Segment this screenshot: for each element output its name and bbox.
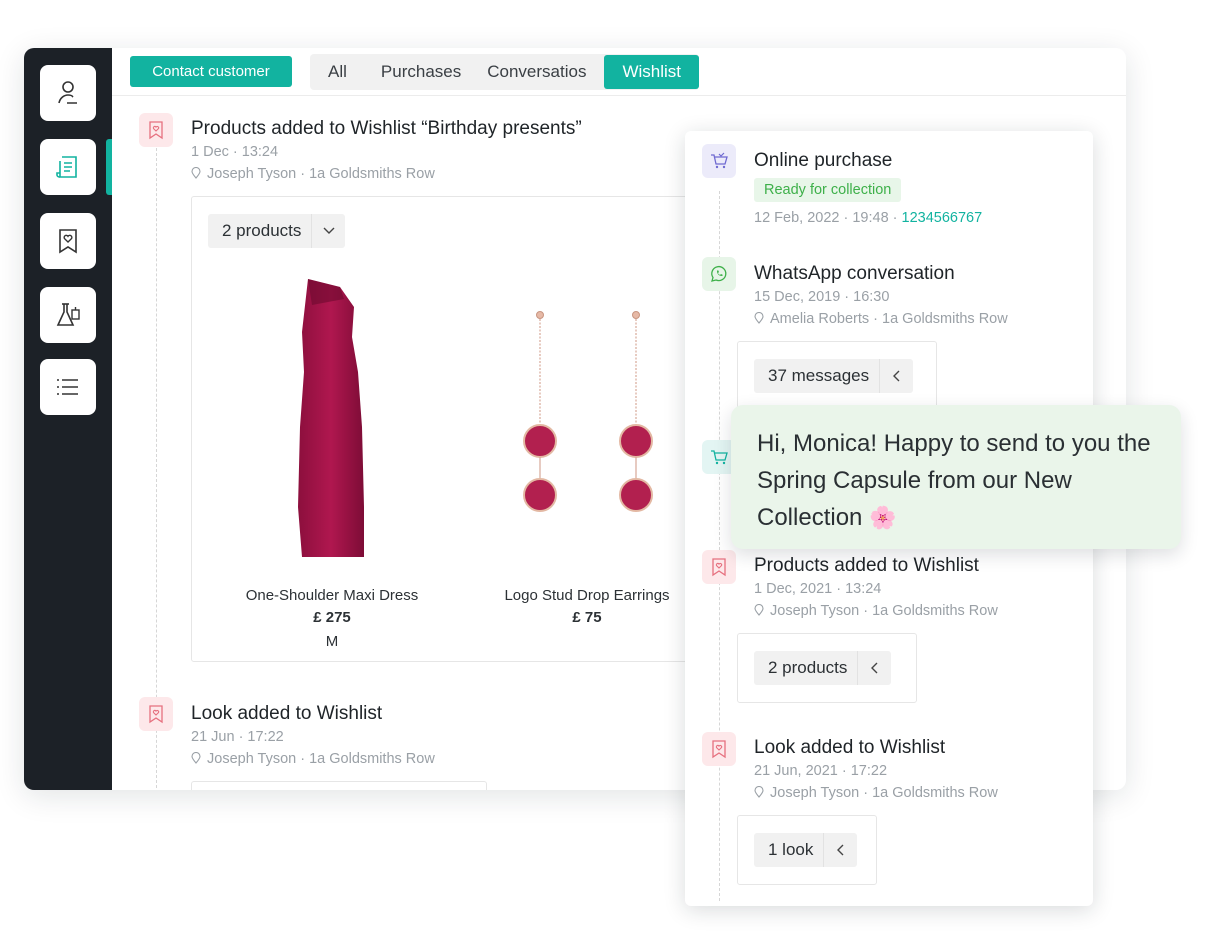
whatsapp-title: WhatsApp conversation xyxy=(754,263,955,284)
location-pin-icon xyxy=(754,312,764,324)
wishlist-title: Products added to Wishlist xyxy=(754,555,979,576)
wishlist-event-icon xyxy=(702,550,736,584)
look-title: Look added to Wishlist xyxy=(754,737,946,758)
beauty-lab-button[interactable] xyxy=(40,287,96,343)
beauty-lab-icon xyxy=(56,303,80,326)
location-text: Joseph Tyson · 1a Goldsmiths Row xyxy=(770,603,998,619)
chat-message-bubble: Hi, Monica! Happy to send to you the Spr… xyxy=(731,405,1181,549)
flower-emoji: 🌸 xyxy=(869,505,897,530)
whatsapp-location: Amelia Roberts · 1a Goldsmiths Row xyxy=(754,311,1008,327)
location-text: Joseph Tyson · 1a Goldsmiths Row xyxy=(207,166,435,182)
cart-event-icon xyxy=(702,144,736,178)
purchase-title: Online purchase xyxy=(754,150,893,171)
chevron-left-icon xyxy=(857,651,891,685)
look-date: 21 Jun, 2021 · 17:22 xyxy=(754,763,888,779)
event-location: Joseph Tyson · 1a Goldsmiths Row xyxy=(191,751,435,767)
event-title: Products added to Wishlist “Birthday pre… xyxy=(191,118,582,139)
wishlist-location: Joseph Tyson · 1a Goldsmiths Row xyxy=(754,603,998,619)
customer-profile-button[interactable] xyxy=(40,65,96,121)
tab-wishlist[interactable]: Wishlist xyxy=(604,55,700,89)
wishlist-icon xyxy=(59,229,77,254)
tab-purchases[interactable]: Purchases xyxy=(371,55,471,89)
products-card: 2 products xyxy=(737,633,917,703)
timeline-button[interactable] xyxy=(40,139,96,195)
chevron-left-icon xyxy=(823,833,857,867)
wishlist-event-icon xyxy=(139,697,173,731)
product-price: £ 75 xyxy=(572,609,602,626)
status-badge: Ready for collection xyxy=(754,178,902,202)
top-bar: Contact customer All Purchases Conversat… xyxy=(112,48,1126,96)
product-price: £ 275 xyxy=(313,609,351,626)
chevron-left-icon xyxy=(879,359,913,393)
side-rail xyxy=(24,48,112,790)
messages-toggle[interactable]: 37 messages xyxy=(754,359,914,393)
products-card: 2 products One-Shoulder Maxi Dress £ 275… xyxy=(191,196,721,662)
location-text: Joseph Tyson · 1a Goldsmiths Row xyxy=(770,785,998,801)
products-count: 2 products xyxy=(768,658,848,677)
list-button[interactable] xyxy=(40,359,96,415)
contact-customer-button[interactable]: Contact customer xyxy=(130,56,292,87)
order-number-link[interactable]: 1234566767 xyxy=(902,210,983,226)
location-pin-icon xyxy=(191,167,201,179)
event-date: 21 Jun · 17:22 xyxy=(191,729,284,745)
location-text: Amelia Roberts · 1a Goldsmiths Row xyxy=(770,311,1008,327)
products-toggle[interactable]: 2 products xyxy=(754,651,892,685)
products-dropdown[interactable]: 2 products xyxy=(208,214,346,248)
location-text: Joseph Tyson · 1a Goldsmiths Row xyxy=(207,751,435,767)
whatsapp-date: 15 Dec, 2019 · 16:30 xyxy=(754,289,890,305)
event-title: Look added to Wishlist xyxy=(191,703,383,724)
active-indicator xyxy=(106,139,112,195)
location-pin-icon xyxy=(754,604,764,616)
panel-timeline-connector xyxy=(719,191,720,901)
whatsapp-icon xyxy=(711,265,727,282)
tab-all[interactable]: All xyxy=(318,55,357,89)
purchase-meta: 12 Feb, 2022 · 19:48 · 1234566767 xyxy=(754,210,982,226)
look-location: Joseph Tyson · 1a Goldsmiths Row xyxy=(754,785,998,801)
customer-profile-icon xyxy=(58,81,77,104)
messages-count: 37 messages xyxy=(768,366,870,385)
look-toggle[interactable]: 1 look xyxy=(754,833,858,867)
purchase-date: 12 Feb, 2022 · 19:48 · xyxy=(754,210,902,226)
product-name: One-Shoulder Maxi Dress xyxy=(245,587,419,604)
look-count: 1 look xyxy=(768,840,814,859)
whatsapp-event-icon xyxy=(702,257,736,291)
product-size: M xyxy=(325,633,339,650)
look-card xyxy=(191,781,487,790)
location-pin-icon xyxy=(191,752,201,764)
wishlist-event-icon xyxy=(139,113,173,147)
wishlist-event-icon xyxy=(702,732,736,766)
chevron-down-icon xyxy=(311,214,345,248)
timeline-icon xyxy=(56,156,77,178)
tab-conversations[interactable]: Conversatios xyxy=(477,55,596,89)
tab-bar: All Purchases Conversatios Wishlist xyxy=(310,54,700,90)
dress-image[interactable] xyxy=(282,277,382,559)
look-card: 1 look xyxy=(737,815,877,885)
event-date: 1 Dec · 13:24 xyxy=(191,144,279,160)
earrings-image[interactable] xyxy=(508,309,668,519)
wishlist-date: 1 Dec, 2021 · 13:24 xyxy=(754,581,882,597)
event-location: Joseph Tyson · 1a Goldsmiths Row xyxy=(191,166,435,182)
list-icon xyxy=(57,379,78,395)
product-name: Logo Stud Drop Earrings xyxy=(504,587,670,604)
timeline-connector xyxy=(156,148,157,788)
location-pin-icon xyxy=(754,786,764,798)
messages-card: 37 messages xyxy=(737,341,937,411)
chat-message-text: Hi, Monica! Happy to send to you the Spr… xyxy=(757,430,1151,531)
products-count: 2 products xyxy=(222,221,302,240)
wishlist-button[interactable] xyxy=(40,213,96,269)
